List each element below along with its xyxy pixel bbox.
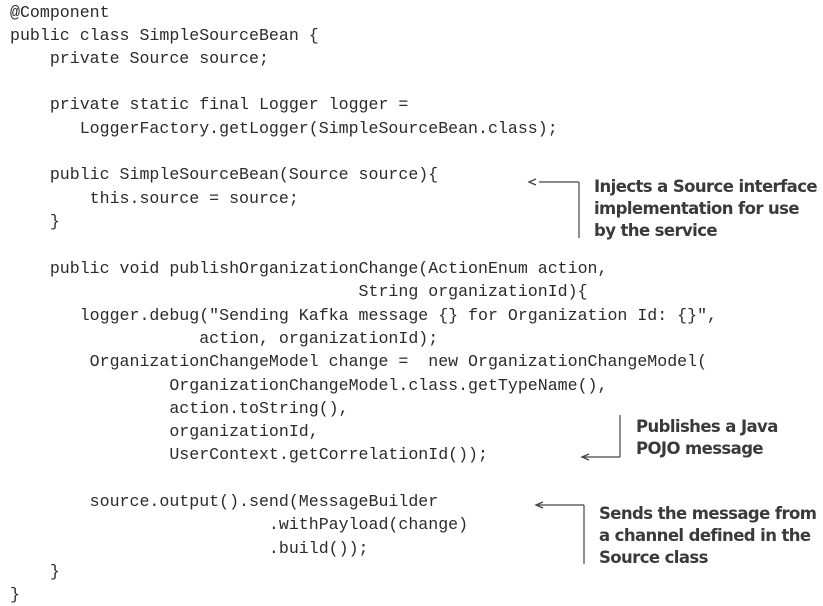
code-line: action, organizationId);	[10, 329, 439, 348]
code-line: UserContext.getCorrelationId());	[10, 445, 488, 464]
annotation-line: Source class	[599, 548, 708, 567]
code-line: public class SimpleSourceBean {	[10, 26, 319, 45]
code-line: organizationId,	[10, 422, 319, 441]
code-line: }	[10, 212, 60, 231]
code-line: this.source = source;	[10, 189, 299, 208]
annotation-send-message: Sends the message from a channel defined…	[599, 503, 817, 569]
code-line: .build());	[10, 539, 369, 558]
code-line: LoggerFactory.getLogger(SimpleSourceBean…	[10, 119, 558, 138]
annotation-line: by the service	[594, 221, 718, 240]
annotation-line: POJO message	[636, 439, 764, 458]
annotation-line: Publishes a Java	[636, 417, 778, 436]
code-line: OrganizationChangeModel.class.getTypeNam…	[10, 376, 608, 395]
code-line: }	[10, 562, 60, 581]
code-line: action.toString(),	[10, 399, 349, 418]
code-line: public SimpleSourceBean(Source source){	[10, 165, 439, 184]
annotation-line: Injects a Source interface	[594, 177, 818, 196]
code-line: @Component	[10, 3, 110, 22]
code-line: String organizationId){	[10, 282, 588, 301]
code-line: }	[10, 585, 20, 604]
annotation-line: implementation for use	[594, 199, 800, 218]
annotation-inject-source: Injects a Source interface implementatio…	[594, 176, 818, 242]
code-line: logger.debug("Sending Kafka message {} f…	[10, 306, 718, 325]
code-line: source.output().send(MessageBuilder	[10, 492, 439, 511]
code-line: private static final Logger logger =	[10, 95, 409, 114]
annotation-line: a channel defined in the	[599, 526, 811, 545]
annotation-publish-pojo: Publishes a Java POJO message	[636, 416, 778, 460]
code-line: private Source source;	[10, 49, 269, 68]
code-line: .withPayload(change)	[10, 515, 469, 534]
annotation-line: Sends the message from	[599, 504, 817, 523]
code-line: public void publishOrganizationChange(Ac…	[10, 259, 608, 278]
code-line: OrganizationChangeModel change = new Org…	[10, 352, 708, 371]
